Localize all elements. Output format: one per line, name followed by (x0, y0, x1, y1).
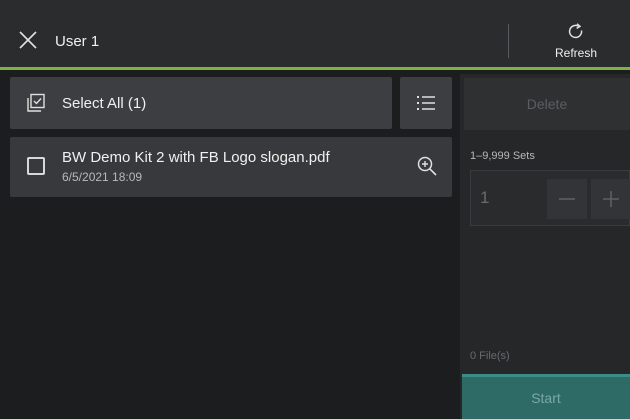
file-count: 0 File(s) (470, 350, 510, 362)
minus-icon (559, 198, 575, 200)
file-date: 6/5/2021 18:09 (62, 170, 143, 184)
refresh-label: Refresh (554, 46, 598, 60)
file-name: BW Demo Kit 2 with FB Logo slogan.pdf (62, 149, 330, 166)
header-divider (508, 24, 509, 58)
select-all-label: Select All (1) (62, 95, 147, 112)
refresh-button[interactable]: Refresh (528, 10, 624, 68)
page-title: User 1 (55, 33, 100, 50)
delete-button[interactable]: Delete (464, 78, 630, 130)
zoom-in-icon (417, 156, 437, 176)
decrement-button[interactable] (547, 179, 587, 219)
quantity-value: 1 (480, 188, 490, 207)
header-bar: User 1 Refresh (0, 0, 630, 70)
select-all-checkbox-icon (27, 93, 45, 112)
close-icon (19, 31, 37, 49)
file-list-item[interactable]: BW Demo Kit 2 with FB Logo slogan.pdf 6/… (10, 137, 452, 197)
list-view-icon (417, 96, 435, 110)
quantity-stepper[interactable]: 1 (470, 170, 630, 226)
sets-range-label: 1–9,999 Sets (470, 150, 535, 162)
close-button[interactable] (16, 28, 40, 52)
increment-button[interactable] (591, 179, 630, 219)
select-all-button[interactable]: Select All (1) (10, 77, 392, 129)
preview-button[interactable] (415, 154, 439, 178)
refresh-icon (568, 23, 583, 39)
right-panel: Delete 1–9,999 Sets 1 0 File(s) Start (460, 74, 630, 419)
plus-icon (603, 191, 619, 207)
list-view-button[interactable] (400, 77, 452, 129)
start-button[interactable]: Start (462, 374, 630, 419)
checkbox-icon[interactable] (27, 157, 45, 175)
